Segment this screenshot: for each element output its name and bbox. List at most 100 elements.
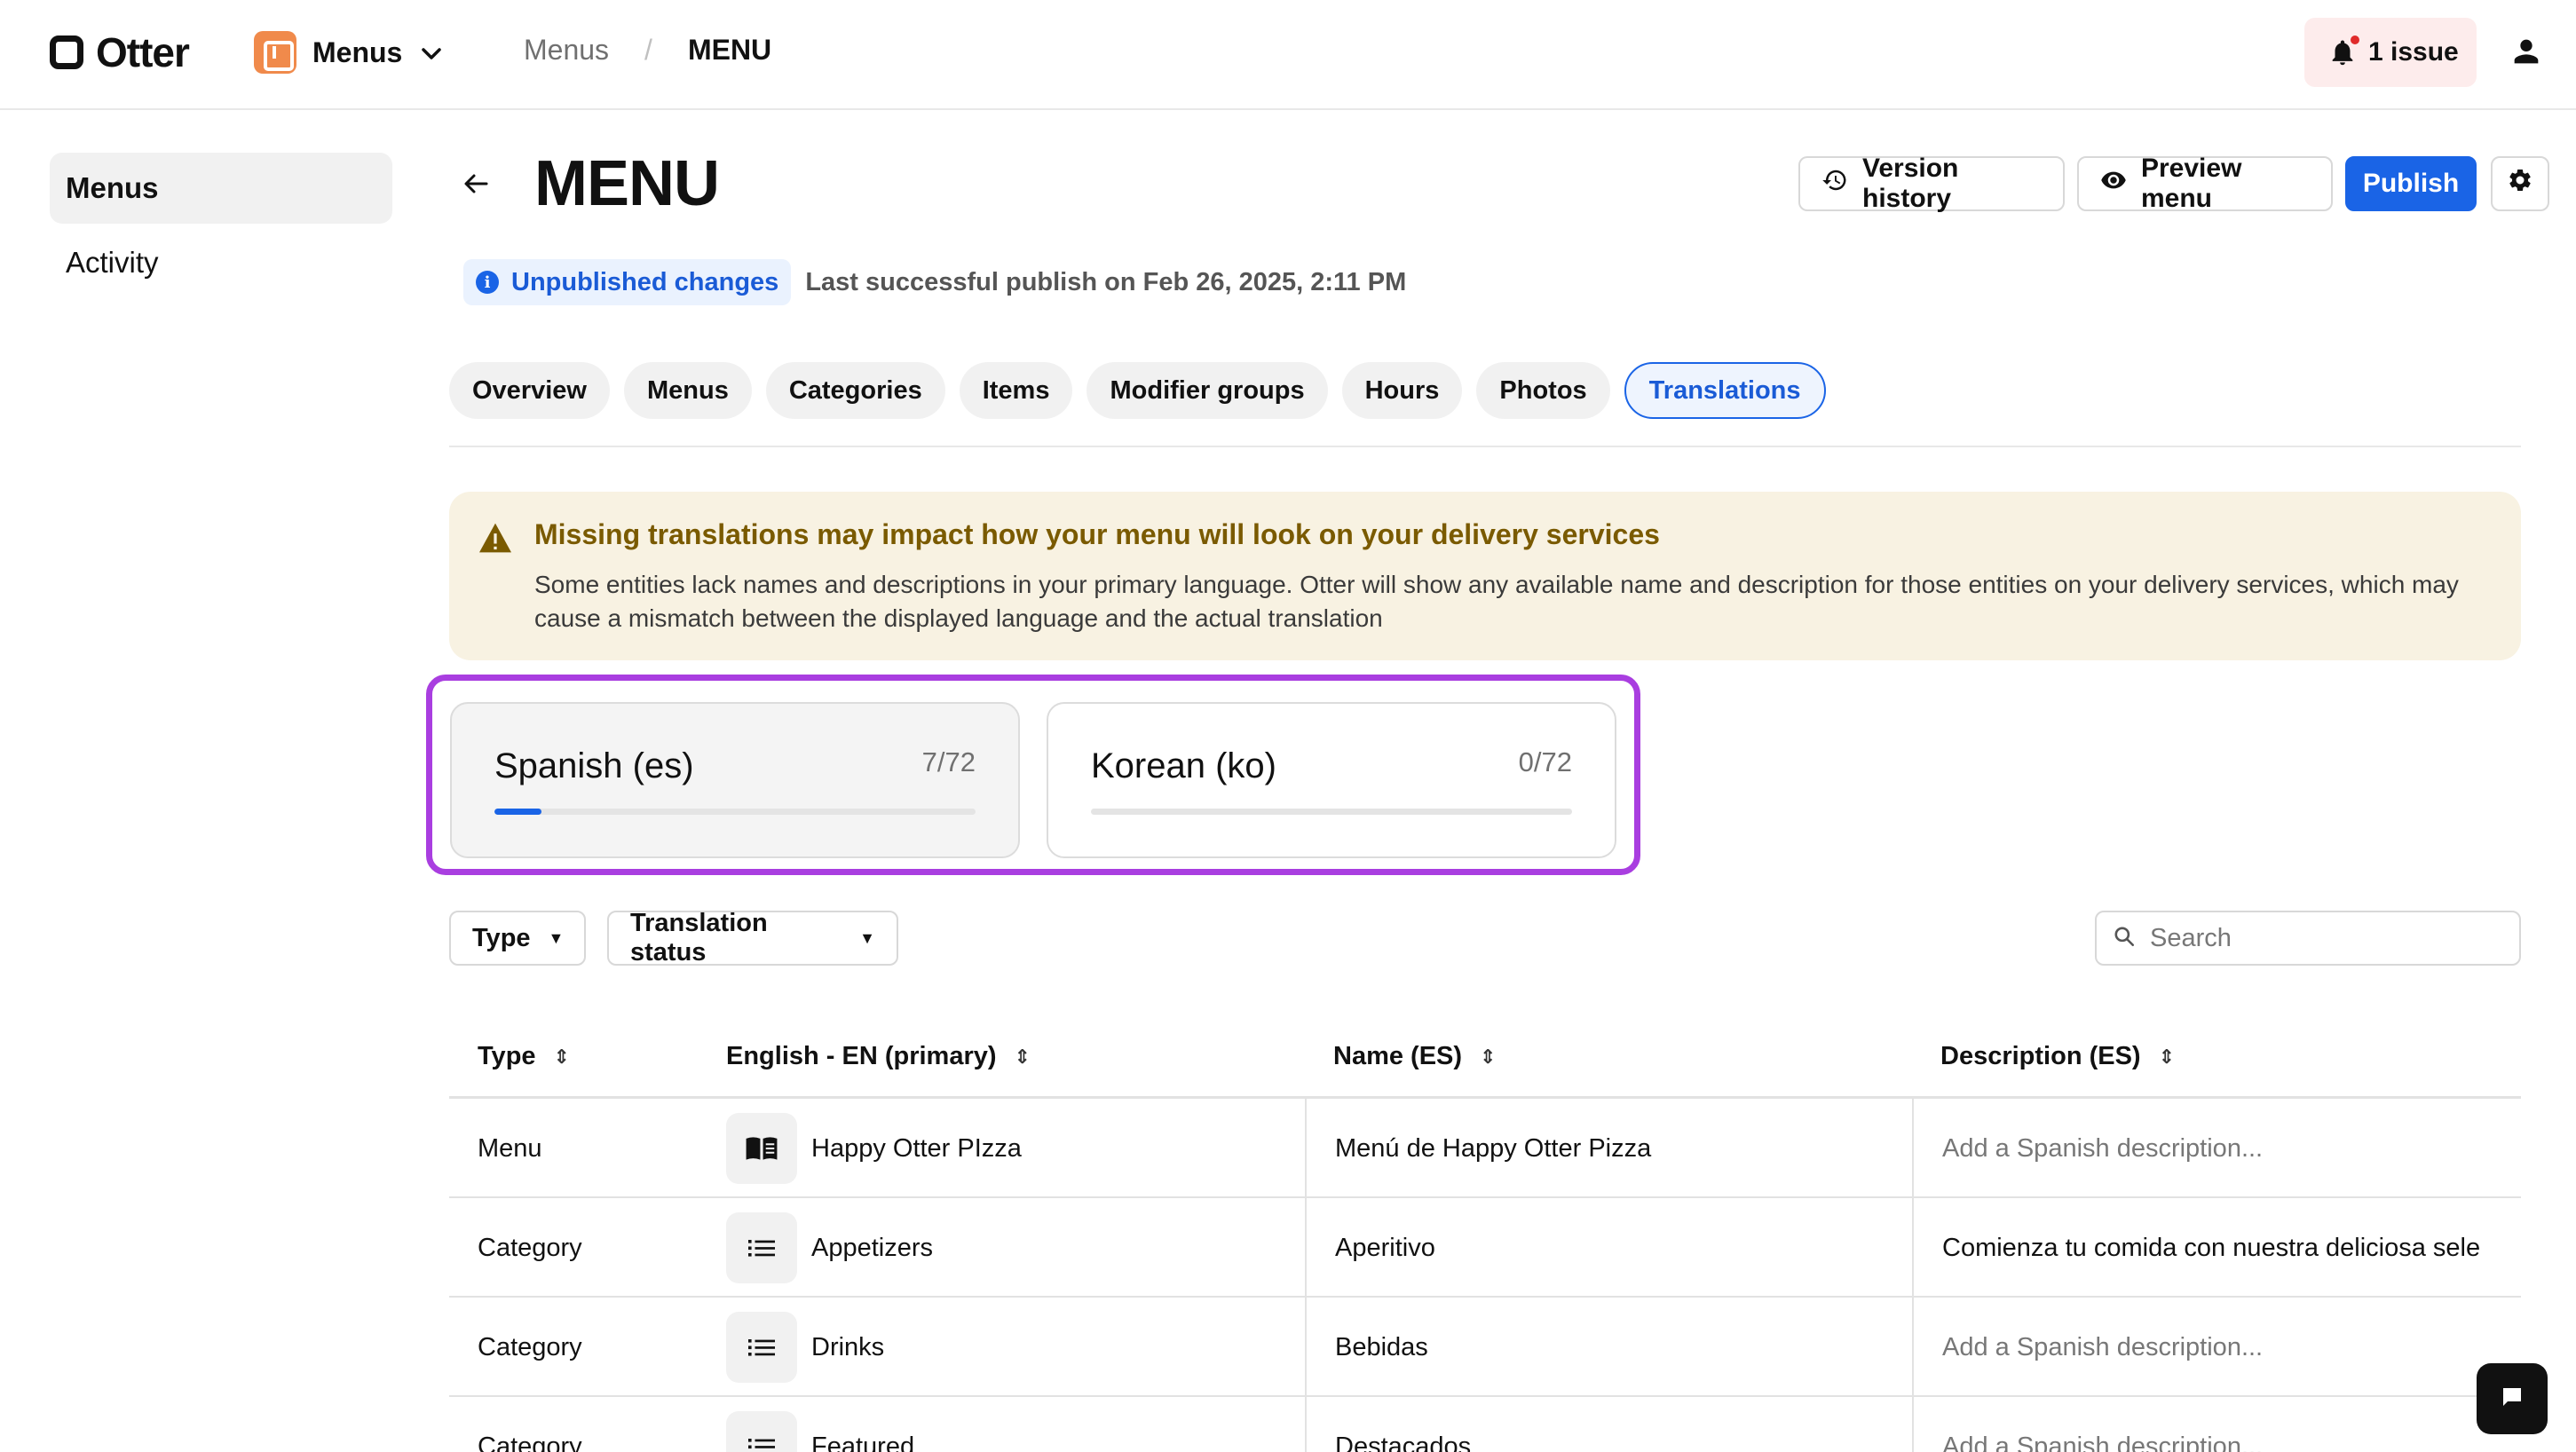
column-divider [1305, 1298, 1307, 1397]
missing-translations-warning: Missing translations may impact how your… [449, 492, 2521, 660]
row-english: Happy Otter PIzza [726, 1099, 1022, 1198]
description-es-field[interactable]: Comienza tu comida con nuestra deliciosa… [1942, 1198, 2498, 1298]
description-es-field[interactable]: Add a Spanish description... [1942, 1099, 2498, 1198]
column-header-label: English - EN (primary) [726, 1042, 997, 1070]
language-card-korean[interactable]: Korean (ko) 0/72 [1047, 702, 1616, 858]
issues-button[interactable]: 1 issue [2304, 18, 2477, 87]
brand-name: Otter [96, 29, 190, 75]
row-type: Category [478, 1432, 582, 1452]
tab-bar: Overview Menus Categories Items Modifier… [449, 362, 1840, 419]
menus-app-icon [254, 31, 296, 74]
version-history-label: Version history [1862, 154, 1959, 213]
english-name: Happy Otter PIzza [811, 1133, 1022, 1163]
breadcrumb-menus[interactable]: Menus [524, 34, 609, 67]
row-english: Drinks [726, 1298, 884, 1397]
column-header-type[interactable]: Type ⇕ [478, 1042, 570, 1071]
row-type: Category [478, 1332, 582, 1361]
translation-status-label: Translation status [630, 909, 768, 967]
sort-icon: ⇕ [553, 1045, 570, 1068]
tab-translations[interactable]: Translations [1624, 362, 1826, 419]
otter-logo[interactable]: Otter [50, 29, 190, 75]
warning-body: Some entities lack names and description… [534, 571, 2459, 632]
description-es-field[interactable]: Add a Spanish description... [1942, 1298, 2498, 1397]
account-icon[interactable] [2509, 34, 2544, 69]
language-progress-bar [1091, 809, 1572, 815]
table-row[interactable]: Category Appetizers Aperitivo Comienza t… [449, 1198, 2521, 1298]
table-row[interactable]: Category Drinks Bebidas Add a Spanish de… [449, 1298, 2521, 1397]
search-input[interactable] [2150, 923, 2487, 953]
otter-logo-mark [50, 36, 83, 69]
breadcrumb-separator: / [644, 34, 652, 66]
table-row[interactable]: Menu Happy Otter PIzza Menú de Happy Ott… [449, 1099, 2521, 1198]
list-icon [726, 1212, 797, 1283]
language-card-spanish[interactable]: Spanish (es) 7/72 [450, 702, 1020, 858]
tab-items[interactable]: Items [959, 362, 1073, 419]
column-divider [1912, 1198, 1914, 1298]
app-name: Menus [312, 36, 403, 68]
sort-icon: ⇕ [1014, 1045, 1031, 1068]
sidebar: Menus Activity [50, 153, 392, 302]
chat-button[interactable] [2477, 1363, 2548, 1434]
name-es-field[interactable]: Menú de Happy Otter Pizza [1335, 1099, 1651, 1198]
translations-table: Type ⇕ English - EN (primary) ⇕ Name (ES… [449, 1017, 2521, 1452]
column-header-description-es[interactable]: Description (ES) ⇕ [1940, 1042, 2175, 1071]
language-progress-bar [494, 809, 976, 815]
caret-down-icon: ▼ [859, 928, 875, 947]
sidebar-item-label: Menus [66, 171, 159, 204]
list-icon [726, 1411, 797, 1452]
eye-icon [2100, 167, 2127, 201]
caret-down-icon: ▼ [548, 928, 565, 947]
row-type: Category [478, 1233, 582, 1262]
publish-button[interactable]: Publish [2345, 156, 2477, 211]
menu-book-icon [726, 1113, 797, 1184]
tabs-divider [449, 446, 2521, 447]
sidebar-item-menus[interactable]: Menus [50, 153, 392, 224]
back-arrow-icon[interactable] [463, 165, 488, 202]
table-row[interactable]: Category Featured Destacados Add a Spani… [449, 1397, 2521, 1452]
column-divider [1305, 1397, 1307, 1452]
type-filter-dropdown[interactable]: Type ▼ [449, 911, 586, 966]
tab-overview[interactable]: Overview [449, 362, 610, 419]
sidebar-item-activity[interactable]: Activity [50, 227, 392, 298]
history-icon [1821, 167, 1848, 201]
column-divider [1912, 1298, 1914, 1397]
name-es-field[interactable]: Destacados [1335, 1397, 1471, 1452]
version-history-button[interactable]: Version history [1798, 154, 2065, 213]
column-header-english[interactable]: English - EN (primary) ⇕ [726, 1042, 1031, 1071]
chat-icon [2499, 1384, 2525, 1415]
sort-icon: ⇕ [2158, 1045, 2176, 1068]
tab-hours[interactable]: Hours [1341, 362, 1463, 419]
language-count: 7/72 [921, 746, 976, 777]
app-switcher[interactable]: Menus [254, 30, 442, 75]
tab-photos[interactable]: Photos [1476, 362, 1610, 419]
row-english: Appetizers [726, 1198, 933, 1298]
language-count: 0/72 [1518, 746, 1572, 777]
chevron-down-icon [422, 39, 442, 67]
description-es-field[interactable]: Add a Spanish description... [1942, 1397, 2498, 1452]
last-publish-text: Last successful publish on Feb 26, 2025,… [805, 267, 1407, 296]
column-header-label: Description (ES) [1940, 1042, 2141, 1070]
warning-icon [478, 522, 513, 554]
settings-button[interactable] [2491, 156, 2549, 211]
publish-status-row: i Unpublished changes Last successful pu… [463, 259, 1406, 305]
language-cards-highlight: Spanish (es) 7/72 Korean (ko) 0/72 [426, 675, 1640, 875]
tab-menus[interactable]: Menus [623, 362, 752, 419]
name-es-field[interactable]: Aperitivo [1335, 1198, 1435, 1298]
english-name: Appetizers [811, 1233, 934, 1262]
column-divider [1305, 1198, 1307, 1298]
list-icon [726, 1312, 797, 1383]
language-name: Spanish (es) [494, 746, 694, 785]
column-divider [1305, 1099, 1307, 1198]
translation-status-dropdown[interactable]: Translation status ▼ [607, 909, 898, 967]
sort-icon: ⇕ [1480, 1045, 1497, 1068]
info-icon: i [476, 271, 499, 294]
table-header: Type ⇕ English - EN (primary) ⇕ Name (ES… [449, 1017, 2521, 1099]
column-divider [1912, 1397, 1914, 1452]
preview-menu-button[interactable]: Preview menu [2077, 154, 2333, 213]
name-es-field[interactable]: Bebidas [1335, 1298, 1428, 1397]
column-header-name-es[interactable]: Name (ES) ⇕ [1333, 1042, 1496, 1071]
column-header-label: Name (ES) [1333, 1042, 1463, 1070]
gear-icon [2507, 167, 2533, 201]
tab-modifier-groups[interactable]: Modifier groups [1087, 362, 1328, 419]
tab-categories[interactable]: Categories [765, 362, 945, 419]
